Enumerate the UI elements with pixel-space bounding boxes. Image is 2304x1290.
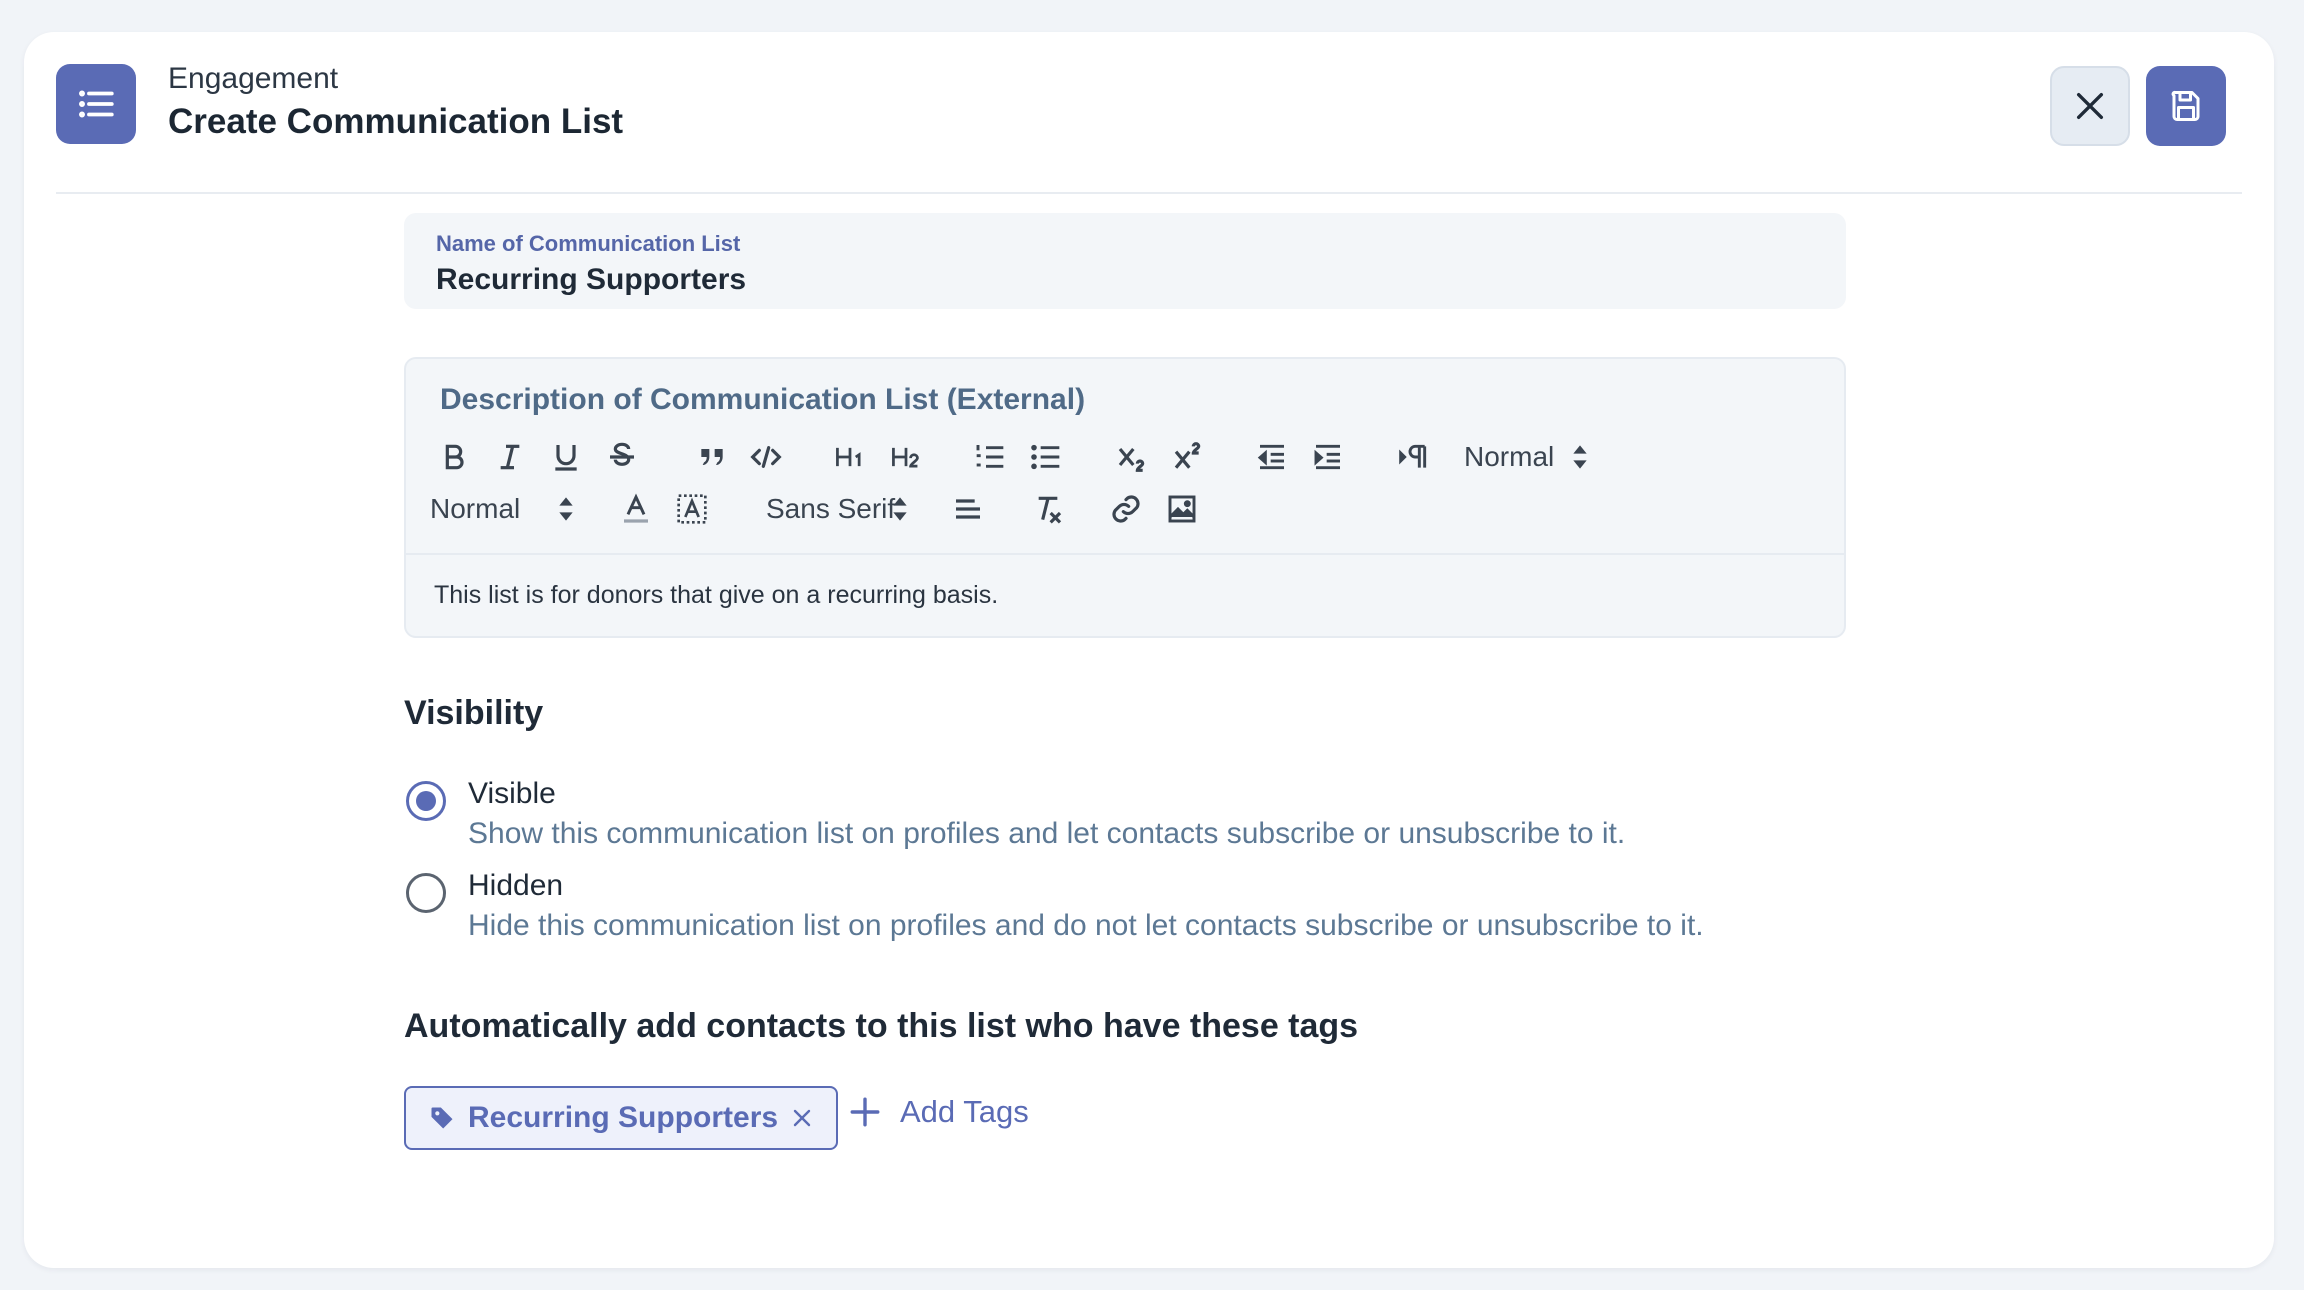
heading-1-icon [836, 447, 861, 467]
font-select-value: Sans Serif [766, 493, 896, 524]
header-select[interactable]: Normal [1464, 435, 1554, 479]
size-select-chevron-icon [559, 497, 573, 521]
text-color-icon [624, 493, 648, 523]
description-editor: Description of Communication List (Exter… [404, 357, 1846, 638]
link-icon [1112, 495, 1140, 523]
add-tags-label: Add Tags [900, 1094, 1029, 1129]
tag-icon [431, 1107, 453, 1129]
code-block-button[interactable] [746, 437, 786, 477]
editor-toolbar-row-1: Normal [440, 431, 1810, 483]
visible-label: Visible [468, 777, 556, 810]
hidden-label: Hidden [468, 869, 564, 902]
hidden-help-text: Hide this communication list on profiles… [468, 909, 1704, 942]
subscript-button[interactable] [1112, 437, 1152, 477]
list-icon [56, 64, 136, 144]
list-form: Name of Communication List Recurring Sup… [404, 213, 1846, 1152]
underline-icon [555, 445, 577, 471]
list-name-field[interactable]: Name of Communication List Recurring Sup… [404, 213, 1846, 309]
rtl-button[interactable] [1394, 437, 1434, 477]
close-icon [2076, 92, 2104, 120]
page-header: Engagement Create Communication List [56, 62, 2242, 194]
code-icon [750, 446, 782, 468]
text-direction-icon [1399, 444, 1427, 468]
tag-chip: Recurring Supporters [404, 1086, 839, 1150]
superscript-button[interactable] [1168, 437, 1208, 477]
italic-button[interactable] [490, 437, 530, 477]
bold-button[interactable] [434, 437, 474, 477]
image-button[interactable] [1162, 489, 1202, 529]
indent-button[interactable] [1308, 437, 1348, 477]
align-button[interactable] [948, 489, 988, 529]
italic-icon [500, 444, 520, 470]
editor-header: Description of Communication List (Exter… [406, 359, 1844, 555]
highlight-icon [677, 494, 707, 524]
list-name-input[interactable]: Recurring Supporters [436, 263, 1814, 297]
ordered-list-button[interactable] [970, 437, 1010, 477]
list-name-label: Name of Communication List [436, 231, 741, 256]
text-color-button[interactable] [616, 489, 656, 529]
indent-icon [1314, 444, 1340, 470]
outdent-button[interactable] [1252, 437, 1292, 477]
auto-tags-title: Automatically add contacts to this list … [404, 1007, 1359, 1045]
bullet-list-icon [1031, 444, 1060, 470]
ordered-list-icon [976, 445, 1004, 468]
strike-button[interactable] [602, 437, 642, 477]
tag-label: Recurring Supporters [468, 1101, 779, 1134]
page-title: Create Communication List [168, 102, 624, 141]
header-select-value: Normal [1464, 441, 1555, 472]
quote-icon [701, 449, 723, 465]
bullet-list-button[interactable] [1026, 437, 1066, 477]
save-button[interactable] [2146, 66, 2226, 146]
outdent-icon [1257, 444, 1284, 470]
heading-2-icon [892, 447, 919, 468]
add-tags-button[interactable]: Add Tags [848, 1094, 1029, 1130]
close-button[interactable] [2050, 66, 2130, 146]
description-label: Description of Communication List (Exter… [440, 383, 1086, 416]
header-select-chevron-icon [1573, 445, 1587, 469]
visibility-option-hidden[interactable]: Hidden Hide this communication list on p… [404, 869, 1846, 943]
align-left-icon [956, 499, 980, 519]
visible-help-text: Show this communication list on profiles… [468, 817, 1626, 850]
superscript-icon [1174, 442, 1201, 469]
blockquote-button[interactable] [692, 437, 732, 477]
plus-icon [850, 1097, 880, 1127]
h2-button[interactable] [884, 437, 928, 477]
subscript-icon [1118, 447, 1145, 472]
description-text-area[interactable]: This list is for donors that give on a r… [406, 555, 1844, 636]
font-select-chevron-icon [893, 497, 907, 521]
size-select-value: Normal [430, 493, 521, 524]
hidden-radio[interactable] [406, 873, 446, 913]
strikethrough-icon [610, 442, 634, 466]
bold-icon [445, 444, 464, 470]
clean-format-button[interactable] [1028, 489, 1068, 529]
image-icon [1168, 495, 1196, 523]
link-button[interactable] [1106, 489, 1146, 529]
h1-button[interactable] [828, 437, 872, 477]
tags-row: Recurring Supporters Add Tags [404, 1086, 1846, 1152]
breadcrumb: Engagement [168, 62, 339, 95]
font-select[interactable]: Sans Serif [766, 487, 895, 531]
editor-toolbar-row-2: Normal Sans Serif [430, 483, 1810, 535]
background-color-button[interactable] [672, 489, 712, 529]
size-select[interactable]: Normal [430, 487, 520, 531]
save-icon [2171, 90, 2200, 121]
remove-tag-icon[interactable] [790, 1106, 814, 1130]
visible-radio[interactable] [406, 781, 446, 821]
underline-button[interactable] [546, 437, 586, 477]
visibility-title: Visibility [404, 694, 544, 732]
clear-format-icon [1038, 496, 1062, 524]
visibility-option-visible[interactable]: Visible Show this communication list on … [404, 777, 1846, 851]
